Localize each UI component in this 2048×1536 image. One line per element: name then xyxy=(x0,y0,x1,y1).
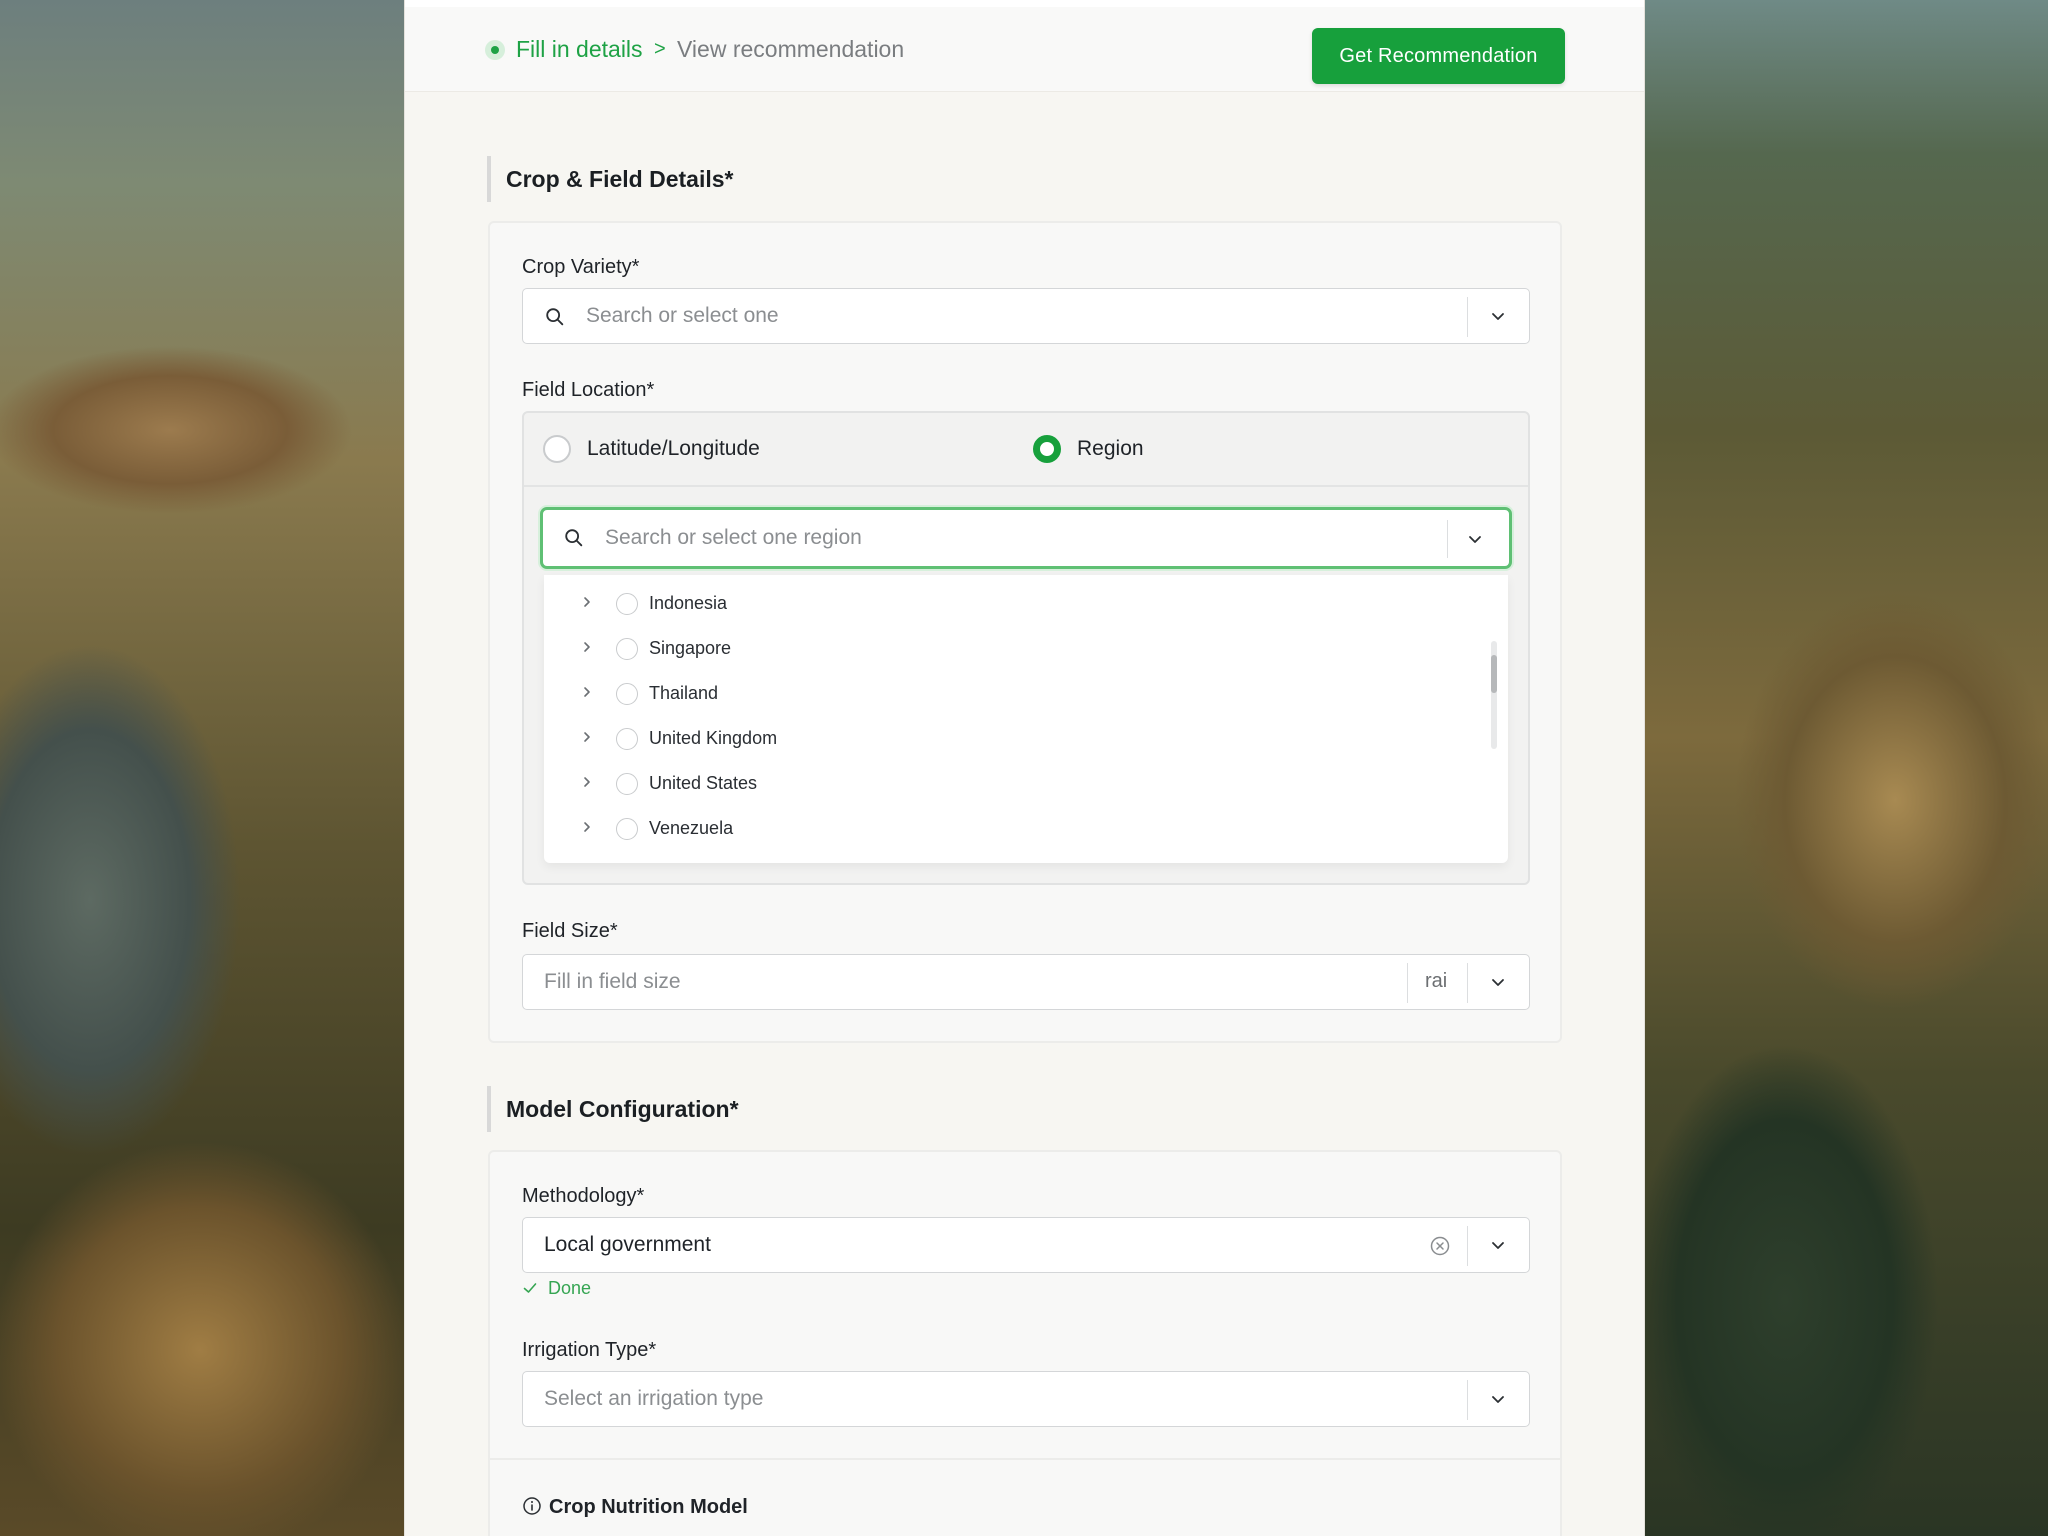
chevron-right-icon[interactable] xyxy=(580,595,594,609)
chevron-down-icon[interactable] xyxy=(1488,306,1508,326)
active-step-icon xyxy=(485,40,505,60)
radio-region[interactable] xyxy=(1033,435,1061,463)
field-location-box: Latitude/Longitude Region Search or sele… xyxy=(522,411,1530,885)
select-divider xyxy=(1467,1380,1468,1420)
region-option-label: Venezuela xyxy=(649,818,734,838)
crop-nutrition-model-title: Crop Nutrition Model xyxy=(549,1496,748,1518)
location-type-radio-group: Latitude/Longitude Region xyxy=(524,413,1528,487)
field-size-placeholder: Fill in field size xyxy=(544,970,681,993)
info-icon xyxy=(523,1497,541,1515)
get-recommendation-button[interactable]: Get Recommendation xyxy=(1312,28,1565,84)
field-size-input[interactable]: Fill in field size rai xyxy=(522,954,1530,1010)
chevron-down-icon[interactable] xyxy=(1465,529,1485,549)
clear-icon[interactable] xyxy=(1429,1235,1451,1257)
chevron-right-icon[interactable] xyxy=(580,640,594,654)
region-dropdown-list: Indonesia Singapore Thailand United King… xyxy=(544,575,1508,863)
irrigation-type-placeholder: Select an irrigation type xyxy=(544,1387,764,1410)
chevron-down-icon[interactable] xyxy=(1488,1235,1508,1255)
select-divider xyxy=(1467,963,1468,1003)
methodology-select[interactable]: Local government xyxy=(522,1217,1530,1273)
step-separator: > xyxy=(654,38,666,60)
region-option-label: Singapore xyxy=(649,638,732,658)
region-option[interactable]: Thailand xyxy=(544,671,1508,715)
background-photo-right xyxy=(1645,0,2048,1536)
region-option-radio[interactable] xyxy=(616,593,638,615)
field-location-label: Field Location* xyxy=(522,379,655,401)
chevron-down-icon[interactable] xyxy=(1488,1389,1508,1409)
region-option-radio[interactable] xyxy=(616,728,638,750)
model-config-card: Methodology* Local government Done Irrig… xyxy=(488,1150,1562,1536)
unit-divider xyxy=(1407,963,1408,1003)
section-title-crop-field: Crop & Field Details* xyxy=(487,156,733,202)
card-divider xyxy=(490,1458,1560,1460)
crop-variety-select[interactable]: Search or select one xyxy=(522,288,1530,344)
region-search-input[interactable]: Search or select one region xyxy=(540,507,1512,569)
region-option-label: United Kingdom xyxy=(649,728,778,748)
dropdown-scrollbar-thumb[interactable] xyxy=(1491,655,1497,693)
region-option[interactable]: United Kingdom xyxy=(544,716,1508,760)
form-panel: Fill in details > View recommendation Ge… xyxy=(404,0,1645,1536)
region-option[interactable]: Indonesia xyxy=(544,581,1508,625)
search-icon xyxy=(565,529,583,547)
region-option-label: United States xyxy=(649,773,758,793)
field-size-unit[interactable]: rai xyxy=(1425,970,1447,993)
irrigation-type-label: Irrigation Type* xyxy=(522,1339,657,1361)
chevron-right-icon[interactable] xyxy=(580,685,594,699)
crop-nutrition-model-heading: Crop Nutrition Model xyxy=(522,1496,748,1519)
region-option[interactable]: Venezuela xyxy=(544,806,1508,850)
section-title-model-config: Model Configuration* xyxy=(487,1086,739,1132)
radio-latitude-longitude[interactable] xyxy=(543,435,571,463)
select-divider xyxy=(1467,1226,1468,1266)
methodology-status-label: Done xyxy=(548,1278,592,1298)
check-icon xyxy=(523,1283,537,1293)
crop-variety-placeholder: Search or select one xyxy=(586,304,779,327)
top-bar: Fill in details > View recommendation Ge… xyxy=(405,0,1644,92)
radio-label-latitude-longitude[interactable]: Latitude/Longitude xyxy=(587,437,760,461)
region-option-radio[interactable] xyxy=(616,683,638,705)
region-option-label: Indonesia xyxy=(649,593,728,613)
methodology-value: Local government xyxy=(544,1233,711,1256)
background-photo-left xyxy=(0,0,404,1536)
crop-field-card: Crop Variety* Search or select one Field… xyxy=(488,221,1562,1043)
region-search-placeholder: Search or select one region xyxy=(605,526,862,549)
field-size-label: Field Size* xyxy=(522,920,618,942)
chevron-down-icon[interactable] xyxy=(1488,972,1508,992)
search-icon xyxy=(546,308,564,326)
region-option-label: Thailand xyxy=(649,683,719,703)
step-fill-in-details[interactable]: Fill in details xyxy=(516,36,643,63)
region-option-radio[interactable] xyxy=(616,818,638,840)
methodology-status: Done xyxy=(522,1278,591,1299)
radio-label-region[interactable]: Region xyxy=(1077,437,1144,461)
select-divider xyxy=(1447,520,1448,558)
chevron-right-icon[interactable] xyxy=(580,730,594,744)
region-option-radio[interactable] xyxy=(616,773,638,795)
region-option[interactable]: United States xyxy=(544,761,1508,805)
region-option-radio[interactable] xyxy=(616,638,638,660)
methodology-label: Methodology* xyxy=(522,1185,645,1207)
irrigation-type-select[interactable]: Select an irrigation type xyxy=(522,1371,1530,1427)
chevron-right-icon[interactable] xyxy=(580,775,594,789)
region-option[interactable]: Singapore xyxy=(544,626,1508,670)
chevron-right-icon[interactable] xyxy=(580,820,594,834)
select-divider xyxy=(1467,297,1468,337)
crop-variety-label: Crop Variety* xyxy=(522,256,640,278)
step-view-recommendation[interactable]: View recommendation xyxy=(677,36,904,63)
